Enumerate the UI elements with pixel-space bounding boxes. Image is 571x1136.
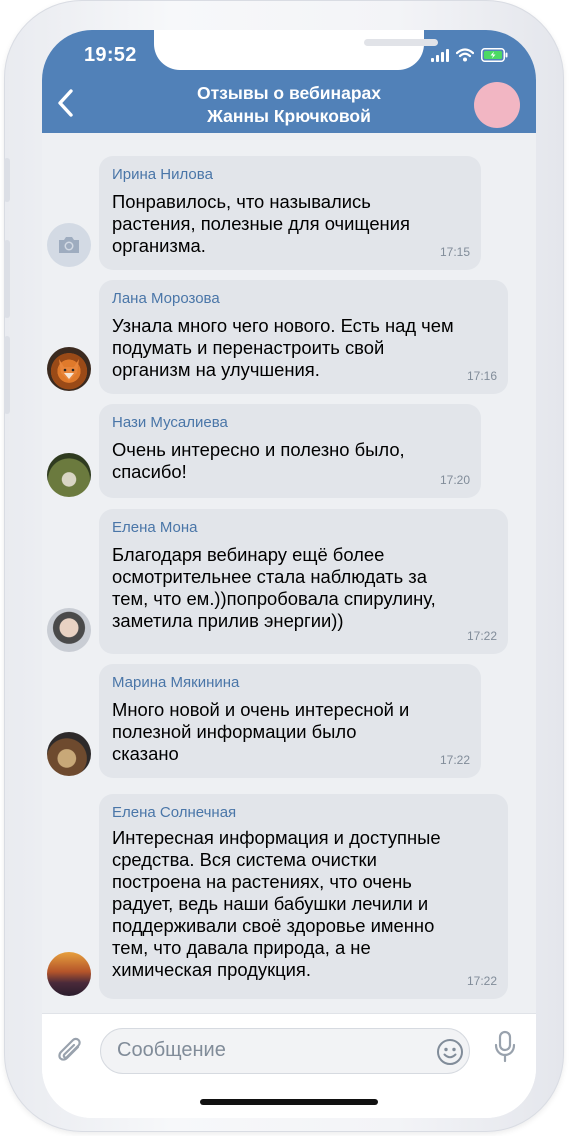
message-time: 17:22	[466, 629, 497, 643]
avatar[interactable]	[47, 347, 91, 391]
screen: 19:52 Отзывы о вебинарах Жанны Крючковой…	[42, 30, 536, 1118]
phone-frame: 19:52 Отзывы о вебинарах Жанны Крючковой…	[4, 0, 564, 1132]
side-button-volume-up	[4, 240, 10, 318]
composer: Сообщение	[42, 1013, 536, 1118]
speaker-grille	[364, 39, 438, 46]
avatar[interactable]	[47, 608, 91, 652]
home-indicator[interactable]	[200, 1099, 378, 1105]
message-author[interactable]: Елена Солнечная	[112, 804, 236, 821]
avatar[interactable]	[47, 453, 91, 497]
message-bubble: Лана Морозова Узнала много чего нового. …	[99, 280, 508, 394]
message-author[interactable]: Лана Морозова	[112, 290, 220, 307]
message-list[interactable]: Ирина Нилова Понравилось, что назывались…	[42, 133, 536, 1013]
message-author[interactable]: Марина Мякинина	[112, 674, 239, 691]
side-button-volume-down	[4, 336, 10, 414]
message-bubble: Марина Мякинина Много новой и очень инте…	[99, 664, 481, 778]
chat-avatar[interactable]	[474, 82, 520, 128]
message-author[interactable]: Елена Мона	[112, 519, 198, 536]
message-time: 17:22	[466, 974, 497, 988]
notch	[154, 30, 438, 70]
message-bubble: Нази Мусалиева Очень интересно и полезно…	[99, 404, 481, 498]
message-input[interactable]: Сообщение	[100, 1028, 470, 1074]
message-text: Очень интересно и полезно было, спасибо!	[112, 439, 405, 482]
camera-icon	[59, 237, 79, 253]
message-bubble: Елена Мона Благодаря вебинару ещё более …	[99, 509, 508, 654]
paperclip-icon[interactable]	[56, 1034, 86, 1068]
message-author[interactable]: Нази Мусалиева	[112, 414, 228, 431]
back-arrow-icon[interactable]	[54, 88, 78, 118]
message-bubble: Елена Солнечная Интересная информация и …	[99, 794, 508, 999]
fox-icon	[59, 359, 79, 381]
chat-title-line2: Жанны Крючковой	[207, 106, 371, 126]
avatar[interactable]	[47, 952, 91, 996]
wifi-icon	[456, 48, 474, 62]
message-time: 17:20	[439, 473, 470, 487]
status-time: 19:52	[84, 44, 137, 66]
chat-title-line1: Отзывы о вебинарах	[197, 83, 381, 103]
message-time: 17:16	[466, 369, 497, 383]
message-author[interactable]: Ирина Нилова	[112, 166, 213, 183]
battery-icon	[481, 48, 508, 62]
chat-header: 19:52 Отзывы о вебинарах Жанны Крючковой	[42, 30, 536, 133]
avatar[interactable]	[47, 732, 91, 776]
message-time: 17:15	[439, 245, 470, 259]
message-input-placeholder: Сообщение	[117, 1039, 226, 1061]
signal-icon	[431, 48, 449, 62]
message-text: Понравилось, что назывались растения, по…	[112, 191, 410, 256]
message-time: 17:22	[439, 753, 470, 767]
message-text: Благодаря вебинару ещё более осмотритель…	[112, 544, 436, 631]
side-button-mute	[4, 158, 10, 202]
status-icons	[431, 46, 508, 62]
message-text: Интересная информация и доступные средст…	[112, 827, 441, 980]
avatar[interactable]	[47, 223, 91, 267]
emoji-icon[interactable]	[435, 1037, 465, 1067]
message-bubble: Ирина Нилова Понравилось, что назывались…	[99, 156, 481, 270]
message-text: Много новой и очень интересной и полезно…	[112, 699, 410, 764]
microphone-icon[interactable]	[492, 1030, 518, 1064]
message-text: Узнала много чего нового. Есть над чем п…	[112, 315, 454, 380]
